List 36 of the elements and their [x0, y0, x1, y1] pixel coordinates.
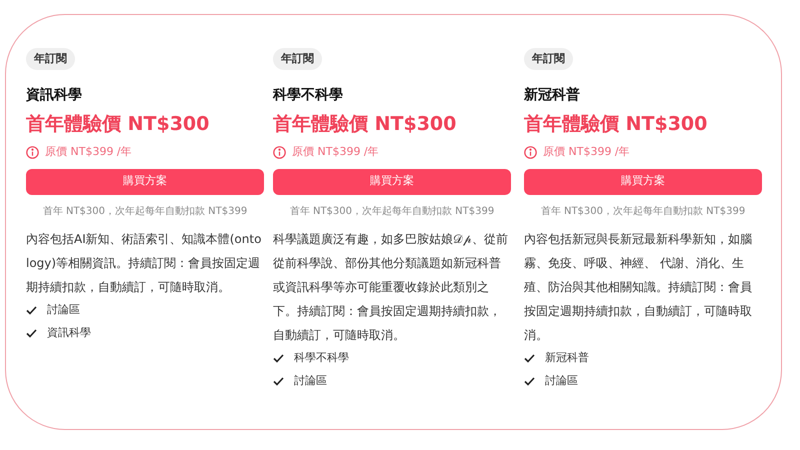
- plan-title: 資訊科學: [26, 86, 82, 105]
- buy-button[interactable]: 購買方案: [524, 168, 762, 194]
- plan-description: 內容包括新冠與長新冠最新科學新知，如腦霧、免疫、呼吸、神經、 代謝、消化、生殖、防治與其他相關知識。持續訂閱：會員按固定週期持續扣款，自動續訂，可隨時取消。: [524, 230, 753, 344]
- check-icon: [26, 329, 37, 338]
- feature-item: 討論區: [294, 373, 327, 390]
- feature-item: 討論區: [47, 302, 80, 318]
- plan-description: 內容包括AI新知、術語索引、知識本體(ontology)等相關資訊。持續訂閱：會員按固定週期持續扣款，自動續訂，可隨時取消。: [26, 230, 262, 296]
- plan-title: 科學不科學: [273, 86, 343, 105]
- info-icon: [26, 146, 39, 159]
- check-icon: [524, 377, 535, 386]
- buy-button[interactable]: 購買方案: [273, 168, 511, 194]
- feature-item: 資訊科學: [47, 325, 91, 342]
- original-price: 原價 NT$399 /年: [543, 144, 630, 160]
- billing-note: 首年 NT$300，次年起每年自動扣款 NT$399: [540, 204, 746, 218]
- original-price: 原價 NT$399 /年: [45, 144, 132, 160]
- plan-description: 科學議題廣泛有趣，如多巴胺姑娘𝒟𝓅、從前從前科學說、部份其他分類議題如新冠科普或資訊科學等亦可能重覆收錄於此類別之下。持續訂閱：會員按固定週期持續扣款，自動續訂，可隨時取消。: [273, 230, 509, 344]
- plan-badge: 年訂閱: [524, 48, 573, 70]
- check-icon: [26, 306, 37, 315]
- plan-title: 新冠科普: [524, 86, 580, 105]
- check-icon: [273, 354, 284, 363]
- buy-button[interactable]: 購買方案: [26, 168, 264, 194]
- plan-badge: 年訂閱: [26, 48, 75, 70]
- info-icon: [524, 146, 537, 159]
- feature-item: 科學不科學: [294, 350, 349, 366]
- plan-price: 首年體驗價 NT$300: [524, 112, 708, 137]
- feature-item: 討論區: [545, 373, 578, 390]
- billing-note: 首年 NT$300，次年起每年自動扣款 NT$399: [290, 204, 494, 218]
- feature-item: 新冠科普: [545, 350, 589, 366]
- plan-price: 首年體驗價 NT$300: [26, 112, 210, 137]
- original-price: 原價 NT$399 /年: [292, 144, 379, 160]
- billing-note: 首年 NT$300，次年起每年自動扣款 NT$399: [42, 204, 248, 218]
- plan-price: 首年體驗價 NT$300: [273, 112, 456, 137]
- check-icon: [524, 354, 535, 363]
- plan-badge: 年訂閱: [273, 48, 322, 70]
- info-icon: [273, 146, 286, 159]
- check-icon: [273, 377, 284, 386]
